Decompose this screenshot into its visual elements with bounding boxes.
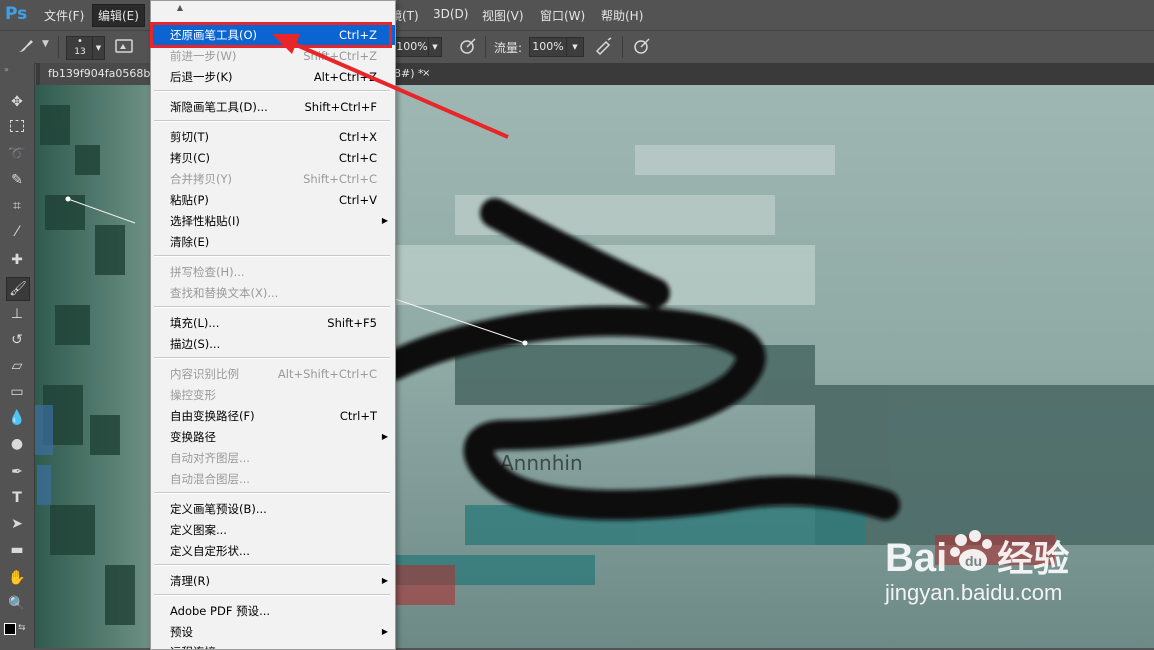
pressure-opacity-icon[interactable] (458, 37, 478, 59)
opacity-input[interactable]: 100% (394, 37, 430, 57)
path-selection-tool-icon[interactable]: ➤ (6, 513, 28, 535)
menu-remote-connections[interactable]: 远程连接... (151, 642, 395, 649)
document-tab-suffix: 8#) * (394, 67, 424, 80)
menu-paste[interactable]: 粘贴(P) Ctrl+V (151, 190, 395, 210)
marquee-tool-icon[interactable] (6, 117, 28, 139)
flow-label: 流量: (494, 41, 523, 55)
menu-divider (154, 357, 390, 359)
lasso-tool-icon[interactable]: ➰ (6, 143, 28, 165)
foreground-color-swatch[interactable] (4, 623, 16, 635)
menu-divider (154, 120, 390, 122)
menu-clear[interactable]: 清除(E) (151, 232, 395, 252)
menu-help[interactable]: 帮助(H) (597, 7, 647, 24)
menu-fade-brush[interactable]: 渐隐画笔工具(D)... Shift+Ctrl+F (151, 97, 395, 117)
flow-input[interactable]: 100% (529, 37, 567, 57)
crop-tool-icon[interactable]: ⌗ (6, 195, 28, 217)
svg-text:Annnhin: Annnhin (500, 451, 583, 475)
menu-divider (154, 90, 390, 92)
pen-tool-icon[interactable]: ✒ (6, 461, 28, 483)
brush-tool-icon[interactable] (16, 37, 36, 59)
submenu-arrow-icon: ▶ (381, 432, 388, 441)
menu-divider (154, 564, 390, 566)
menu-edit[interactable]: 编辑(E) (92, 4, 145, 27)
menu-content-aware-scale: 内容识别比例 Alt+Shift+Ctrl+C (170, 367, 377, 381)
menu-spell-check: 拼写检查(H)... (170, 265, 245, 279)
menu-view[interactable]: 视图(V) (478, 7, 528, 24)
brush-size-value: 13 (74, 47, 86, 57)
menu-cut[interactable]: 剪切(T) Ctrl+X (151, 127, 395, 147)
annotation-highlight-box (150, 22, 392, 48)
brush-picker-dropdown-icon[interactable]: ▼ (92, 36, 105, 60)
menu-step-backward[interactable]: 后退一步(K) Alt+Ctrl+Z (151, 67, 395, 87)
flow-dropdown-icon[interactable]: ▼ (566, 37, 584, 57)
hand-tool-icon[interactable]: ✋ (6, 567, 28, 589)
menu-step-forward: 前进一步(W) Shift+Ctrl+Z (170, 49, 377, 63)
opacity-dropdown-icon[interactable]: ▼ (428, 37, 442, 57)
quick-selection-tool-icon[interactable]: ✎ (6, 169, 28, 191)
brush-dot-icon: • (77, 36, 83, 47)
type-tool-icon[interactable]: T (6, 487, 28, 509)
close-tab-icon[interactable]: × (422, 63, 430, 85)
menu-free-transform-path[interactable]: 自由变换路径(F) Ctrl+T (151, 406, 395, 426)
svg-text:du: du (965, 553, 982, 569)
baidu-brand: Bai du 经验 (885, 530, 1069, 582)
brush-panel-toggle-icon[interactable] (115, 38, 133, 58)
brush-tool-icon[interactable]: 🖌 (6, 277, 30, 301)
menu-auto-blend-layers: 自动混合图层... (170, 472, 250, 486)
menu-puppet-warp: 操控变形 (170, 388, 216, 402)
zoom-tool-icon[interactable]: 🔍 (6, 593, 28, 615)
menu-divider (154, 255, 390, 257)
swap-colors-icon[interactable]: ⇆ (18, 623, 26, 633)
blur-tool-icon[interactable]: 💧 (6, 407, 28, 429)
menu-auto-align-layers: 自动对齐图层... (170, 451, 250, 465)
healing-brush-tool-icon[interactable]: ✚ (6, 249, 28, 271)
submenu-arrow-icon: ▶ (381, 216, 388, 225)
tools-panel: » ✥ ➰ ✎ ⌗ ⁄ ✚ 🖌 ⊥ ↺ ▱ ▭ 💧 ● ✒ T ➤ ▬ ✋ 🔍 … (0, 63, 35, 648)
brush-size-picker[interactable]: • 13 (66, 36, 94, 60)
history-brush-tool-icon[interactable]: ↺ (6, 329, 28, 351)
airbrush-icon[interactable] (594, 37, 614, 59)
menu-stroke[interactable]: 描边(S)... (151, 334, 395, 354)
menu-copy[interactable]: 拷贝(C) Ctrl+C (151, 148, 395, 168)
eraser-tool-icon[interactable]: ▱ (6, 355, 28, 377)
menu-transform-path[interactable]: 变换路径 ▶ (151, 427, 395, 447)
tool-preset-dropdown-icon[interactable]: ▼ (42, 39, 49, 49)
menu-3d[interactable]: 3D(D) (429, 7, 472, 21)
rectangle-tool-icon[interactable]: ▬ (6, 539, 28, 561)
menu-copy-merged: 合并拷贝(Y) Shift+Ctrl+C (170, 172, 377, 186)
menu-paste-special[interactable]: 选择性粘贴(I) ▶ (151, 211, 395, 231)
menu-define-brush[interactable]: 定义画笔预设(B)... (151, 499, 395, 519)
divider (58, 36, 59, 58)
divider (485, 36, 486, 58)
menu-define-pattern[interactable]: 定义图案... (151, 520, 395, 540)
collapse-panel-icon[interactable]: » (4, 65, 9, 74)
menu-divider (154, 306, 390, 308)
divider (622, 36, 623, 58)
eyedropper-tool-icon[interactable]: ⁄ (6, 221, 28, 243)
menu-find-replace: 查找和替换文本(X)... (170, 286, 279, 300)
menu-pdf-presets[interactable]: Adobe PDF 预设... (151, 601, 395, 621)
submenu-arrow-icon: ▶ (381, 576, 388, 585)
menu-fill[interactable]: 填充(L)... Shift+F5 (151, 313, 395, 333)
submenu-arrow-icon: ▶ (381, 627, 388, 636)
scroll-up-icon[interactable]: ▲ (151, 3, 209, 12)
menu-presets[interactable]: 预设 ▶ (151, 622, 395, 642)
menu-window[interactable]: 窗口(W) (536, 7, 589, 24)
gradient-tool-icon[interactable]: ▭ (6, 381, 28, 403)
dodge-tool-icon[interactable]: ● (6, 433, 28, 455)
menu-divider (154, 492, 390, 494)
clone-stamp-tool-icon[interactable]: ⊥ (6, 303, 28, 325)
document-tab[interactable]: fb139f904fa0568b (40, 63, 160, 85)
menu-file[interactable]: 文件(F) (40, 7, 88, 24)
menu-define-shape[interactable]: 定义自定形状... (151, 541, 395, 561)
menu-purge[interactable]: 清理(R) ▶ (151, 571, 395, 591)
photoshop-logo: Ps (5, 4, 28, 24)
move-tool-icon[interactable]: ✥ (6, 91, 28, 113)
pressure-size-icon[interactable] (632, 37, 652, 59)
baidu-url: jingyan.baidu.com (885, 580, 1063, 605)
edit-menu-dropdown: ▲ 还原画笔工具(O) Ctrl+Z 前进一步(W) Shift+Ctrl+Z 后退… (150, 0, 396, 650)
baidu-paw-icon: du (947, 530, 997, 571)
menu-divider (154, 594, 390, 596)
